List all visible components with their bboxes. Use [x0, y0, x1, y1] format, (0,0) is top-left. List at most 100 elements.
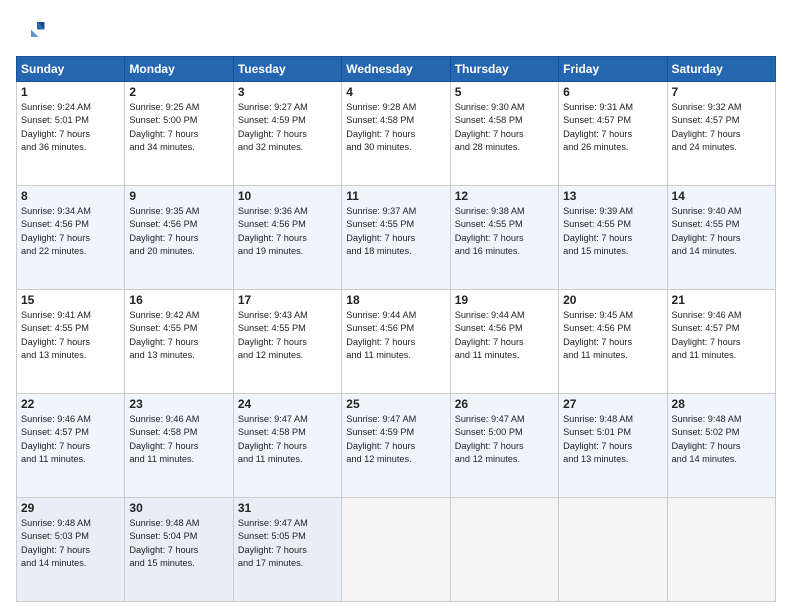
- day-info: Sunrise: 9:35 AMSunset: 4:56 PMDaylight:…: [129, 206, 199, 256]
- day-number: 2: [129, 85, 228, 99]
- day-number: 5: [455, 85, 554, 99]
- day-info: Sunrise: 9:47 AMSunset: 5:00 PMDaylight:…: [455, 414, 525, 464]
- day-cell: [342, 498, 450, 602]
- day-cell: 10 Sunrise: 9:36 AMSunset: 4:56 PMDayligh…: [233, 186, 341, 290]
- day-number: 29: [21, 501, 120, 515]
- day-cell: 28 Sunrise: 9:48 AMSunset: 5:02 PMDayligh…: [667, 394, 775, 498]
- weekday-header-thursday: Thursday: [450, 57, 558, 82]
- day-info: Sunrise: 9:46 AMSunset: 4:57 PMDaylight:…: [672, 310, 742, 360]
- weekday-header-friday: Friday: [559, 57, 667, 82]
- day-info: Sunrise: 9:28 AMSunset: 4:58 PMDaylight:…: [346, 102, 416, 152]
- logo-icon: [16, 16, 46, 46]
- day-cell: 18 Sunrise: 9:44 AMSunset: 4:56 PMDayligh…: [342, 290, 450, 394]
- week-row-4: 22 Sunrise: 9:46 AMSunset: 4:57 PMDayligh…: [17, 394, 776, 498]
- day-cell: 6 Sunrise: 9:31 AMSunset: 4:57 PMDaylight…: [559, 82, 667, 186]
- day-number: 22: [21, 397, 120, 411]
- day-number: 3: [238, 85, 337, 99]
- day-cell: 31Sunrise: 9:47 AMSunset: 5:05 PMDayligh…: [233, 498, 341, 602]
- day-number: 30: [129, 501, 228, 515]
- day-info: Sunrise: 9:40 AMSunset: 4:55 PMDaylight:…: [672, 206, 742, 256]
- day-info: Sunrise: 9:48 AMSunset: 5:03 PMDaylight:…: [21, 518, 91, 568]
- day-number: 15: [21, 293, 120, 307]
- day-cell: [559, 498, 667, 602]
- day-cell: 9 Sunrise: 9:35 AMSunset: 4:56 PMDaylight…: [125, 186, 233, 290]
- day-info: Sunrise: 9:32 AMSunset: 4:57 PMDaylight:…: [672, 102, 742, 152]
- day-number: 31: [238, 501, 337, 515]
- day-info: Sunrise: 9:31 AMSunset: 4:57 PMDaylight:…: [563, 102, 633, 152]
- weekday-header-tuesday: Tuesday: [233, 57, 341, 82]
- day-info: Sunrise: 9:46 AMSunset: 4:57 PMDaylight:…: [21, 414, 91, 464]
- day-info: Sunrise: 9:44 AMSunset: 4:56 PMDaylight:…: [346, 310, 416, 360]
- week-row-3: 15 Sunrise: 9:41 AMSunset: 4:55 PMDayligh…: [17, 290, 776, 394]
- day-number: 25: [346, 397, 445, 411]
- day-info: Sunrise: 9:24 AMSunset: 5:01 PMDaylight:…: [21, 102, 91, 152]
- day-number: 13: [563, 189, 662, 203]
- day-cell: 30 Sunrise: 9:48 AMSunset: 5:04 PMDayligh…: [125, 498, 233, 602]
- day-cell: 26 Sunrise: 9:47 AMSunset: 5:00 PMDayligh…: [450, 394, 558, 498]
- day-cell: 11 Sunrise: 9:37 AMSunset: 4:55 PMDayligh…: [342, 186, 450, 290]
- day-cell: 1 Sunrise: 9:24 AMSunset: 5:01 PMDaylight…: [17, 82, 125, 186]
- day-info: Sunrise: 9:42 AMSunset: 4:55 PMDaylight:…: [129, 310, 199, 360]
- day-info: Sunrise: 9:48 AMSunset: 5:02 PMDaylight:…: [672, 414, 742, 464]
- day-number: 26: [455, 397, 554, 411]
- day-info: Sunrise: 9:36 AMSunset: 4:56 PMDaylight:…: [238, 206, 308, 256]
- week-row-5: 29 Sunrise: 9:48 AMSunset: 5:03 PMDayligh…: [17, 498, 776, 602]
- day-number: 1: [21, 85, 120, 99]
- day-info: Sunrise: 9:34 AMSunset: 4:56 PMDaylight:…: [21, 206, 91, 256]
- weekday-header-sunday: Sunday: [17, 57, 125, 82]
- day-info: Sunrise: 9:43 AMSunset: 4:55 PMDaylight:…: [238, 310, 308, 360]
- weekday-header-row: SundayMondayTuesdayWednesdayThursdayFrid…: [17, 57, 776, 82]
- day-cell: 25 Sunrise: 9:47 AMSunset: 4:59 PMDayligh…: [342, 394, 450, 498]
- day-cell: 14 Sunrise: 9:40 AMSunset: 4:55 PMDayligh…: [667, 186, 775, 290]
- day-info: Sunrise: 9:44 AMSunset: 4:56 PMDaylight:…: [455, 310, 525, 360]
- day-cell: 24Sunrise: 9:47 AMSunset: 4:58 PMDayligh…: [233, 394, 341, 498]
- day-cell: 8 Sunrise: 9:34 AMSunset: 4:56 PMDaylight…: [17, 186, 125, 290]
- day-info: Sunrise: 9:46 AMSunset: 4:58 PMDaylight:…: [129, 414, 199, 464]
- day-number: 27: [563, 397, 662, 411]
- day-cell: 15 Sunrise: 9:41 AMSunset: 4:55 PMDayligh…: [17, 290, 125, 394]
- day-info: Sunrise: 9:25 AMSunset: 5:00 PMDaylight:…: [129, 102, 199, 152]
- day-number: 14: [672, 189, 771, 203]
- day-number: 8: [21, 189, 120, 203]
- day-cell: 7 Sunrise: 9:32 AMSunset: 4:57 PMDaylight…: [667, 82, 775, 186]
- day-number: 21: [672, 293, 771, 307]
- day-cell: 17Sunrise: 9:43 AMSunset: 4:55 PMDayligh…: [233, 290, 341, 394]
- day-number: 28: [672, 397, 771, 411]
- day-number: 18: [346, 293, 445, 307]
- week-row-2: 8 Sunrise: 9:34 AMSunset: 4:56 PMDaylight…: [17, 186, 776, 290]
- day-cell: 4Sunrise: 9:28 AMSunset: 4:58 PMDaylight…: [342, 82, 450, 186]
- day-cell: 20 Sunrise: 9:45 AMSunset: 4:56 PMDayligh…: [559, 290, 667, 394]
- calendar-table: SundayMondayTuesdayWednesdayThursdayFrid…: [16, 56, 776, 602]
- day-cell: 3 Sunrise: 9:27 AMSunset: 4:59 PMDaylight…: [233, 82, 341, 186]
- day-cell: 12Sunrise: 9:38 AMSunset: 4:55 PMDayligh…: [450, 186, 558, 290]
- day-number: 20: [563, 293, 662, 307]
- day-number: 6: [563, 85, 662, 99]
- day-cell: 21 Sunrise: 9:46 AMSunset: 4:57 PMDayligh…: [667, 290, 775, 394]
- day-info: Sunrise: 9:37 AMSunset: 4:55 PMDaylight:…: [346, 206, 416, 256]
- weekday-header-saturday: Saturday: [667, 57, 775, 82]
- day-number: 19: [455, 293, 554, 307]
- day-number: 11: [346, 189, 445, 203]
- day-number: 9: [129, 189, 228, 203]
- day-number: 16: [129, 293, 228, 307]
- day-info: Sunrise: 9:45 AMSunset: 4:56 PMDaylight:…: [563, 310, 633, 360]
- day-cell: 2 Sunrise: 9:25 AMSunset: 5:00 PMDaylight…: [125, 82, 233, 186]
- day-info: Sunrise: 9:48 AMSunset: 5:04 PMDaylight:…: [129, 518, 199, 568]
- day-info: Sunrise: 9:38 AMSunset: 4:55 PMDaylight:…: [455, 206, 525, 256]
- day-info: Sunrise: 9:30 AMSunset: 4:58 PMDaylight:…: [455, 102, 525, 152]
- day-number: 10: [238, 189, 337, 203]
- day-cell: [667, 498, 775, 602]
- day-info: Sunrise: 9:39 AMSunset: 4:55 PMDaylight:…: [563, 206, 633, 256]
- day-number: 24: [238, 397, 337, 411]
- weekday-header-wednesday: Wednesday: [342, 57, 450, 82]
- day-cell: 29 Sunrise: 9:48 AMSunset: 5:03 PMDayligh…: [17, 498, 125, 602]
- day-number: 7: [672, 85, 771, 99]
- day-info: Sunrise: 9:47 AMSunset: 4:59 PMDaylight:…: [346, 414, 416, 464]
- week-row-1: 1 Sunrise: 9:24 AMSunset: 5:01 PMDaylight…: [17, 82, 776, 186]
- day-cell: 13 Sunrise: 9:39 AMSunset: 4:55 PMDayligh…: [559, 186, 667, 290]
- day-info: Sunrise: 9:41 AMSunset: 4:55 PMDaylight:…: [21, 310, 91, 360]
- day-cell: 27 Sunrise: 9:48 AMSunset: 5:01 PMDayligh…: [559, 394, 667, 498]
- day-cell: 23Sunrise: 9:46 AMSunset: 4:58 PMDayligh…: [125, 394, 233, 498]
- day-info: Sunrise: 9:48 AMSunset: 5:01 PMDaylight:…: [563, 414, 633, 464]
- day-info: Sunrise: 9:27 AMSunset: 4:59 PMDaylight:…: [238, 102, 308, 152]
